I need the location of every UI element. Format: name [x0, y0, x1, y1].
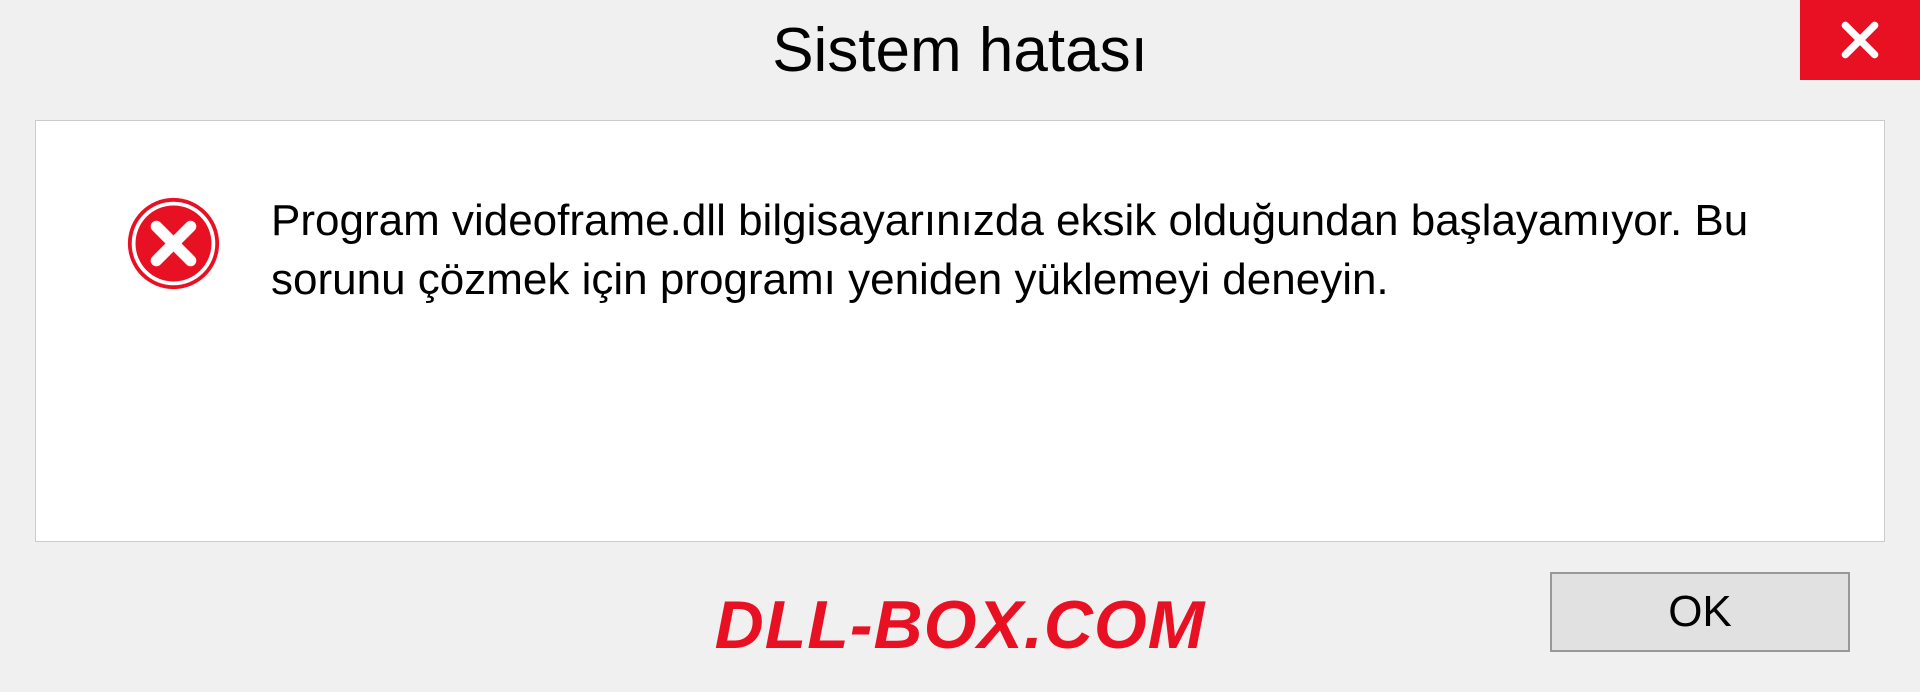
error-icon [126, 196, 221, 291]
titlebar: Sistem hatası [0, 0, 1920, 100]
error-dialog: Sistem hatası Program videoframe.dll bil… [0, 0, 1920, 692]
ok-button[interactable]: OK [1550, 572, 1850, 652]
close-icon [1838, 18, 1882, 62]
error-message: Program videoframe.dll bilgisayarınızda … [271, 191, 1824, 310]
error-icon-wrap [126, 196, 221, 296]
dialog-title: Sistem hatası [772, 15, 1148, 86]
dialog-footer: DLL-BOX.COM OK [0, 562, 1920, 692]
content-panel: Program videoframe.dll bilgisayarınızda … [35, 120, 1885, 542]
close-button[interactable] [1800, 0, 1920, 80]
watermark-text: DLL-BOX.COM [715, 586, 1206, 664]
